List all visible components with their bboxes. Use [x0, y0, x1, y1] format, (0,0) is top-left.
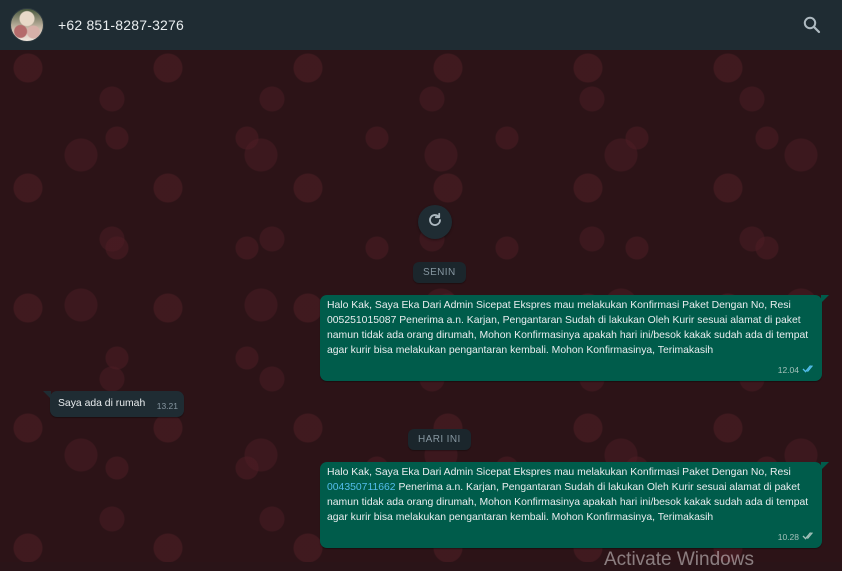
message-meta: 13.21: [157, 399, 178, 414]
bubble-tail: [821, 295, 829, 303]
message-bubble-incoming[interactable]: Saya ada di rumah 13.21: [43, 391, 184, 417]
message-text: Halo Kak, Saya Eka Dari Admin Sicepat Ek…: [327, 300, 809, 356]
contact-avatar[interactable]: [10, 8, 44, 42]
message-time: 13.21: [156, 401, 178, 411]
read-ticks-icon: [802, 363, 816, 378]
contact-name[interactable]: +62 851-8287-3276: [58, 17, 184, 33]
message-meta: 12.04: [778, 363, 816, 378]
refresh-icon: [427, 212, 443, 233]
date-chip: SENIN: [413, 262, 466, 283]
message-bubble-outgoing[interactable]: Halo Kak, Saya Eka Dari Admin Sicepat Ek…: [320, 295, 829, 381]
date-chip: HARI INI: [408, 429, 471, 450]
refresh-button[interactable]: [418, 205, 452, 239]
chat-header: +62 851-8287-3276: [0, 0, 842, 50]
read-ticks-icon: [802, 530, 816, 545]
message-bubble-outgoing[interactable]: Halo Kak, Saya Eka Dari Admin Sicepat Ek…: [320, 462, 829, 548]
message-time: 10.28: [777, 532, 799, 542]
bubble-tail: [43, 391, 51, 399]
bubble-tail: [821, 462, 829, 470]
search-icon[interactable]: [802, 15, 822, 35]
resi-link[interactable]: 004350711662: [327, 482, 396, 493]
message-text: Halo Kak, Saya Eka Dari Admin Sicepat Ek…: [327, 467, 809, 523]
activate-windows-watermark: Activate Windows: [604, 549, 754, 570]
message-time: 12.04: [777, 365, 799, 375]
message-meta: 10.28: [778, 530, 816, 545]
